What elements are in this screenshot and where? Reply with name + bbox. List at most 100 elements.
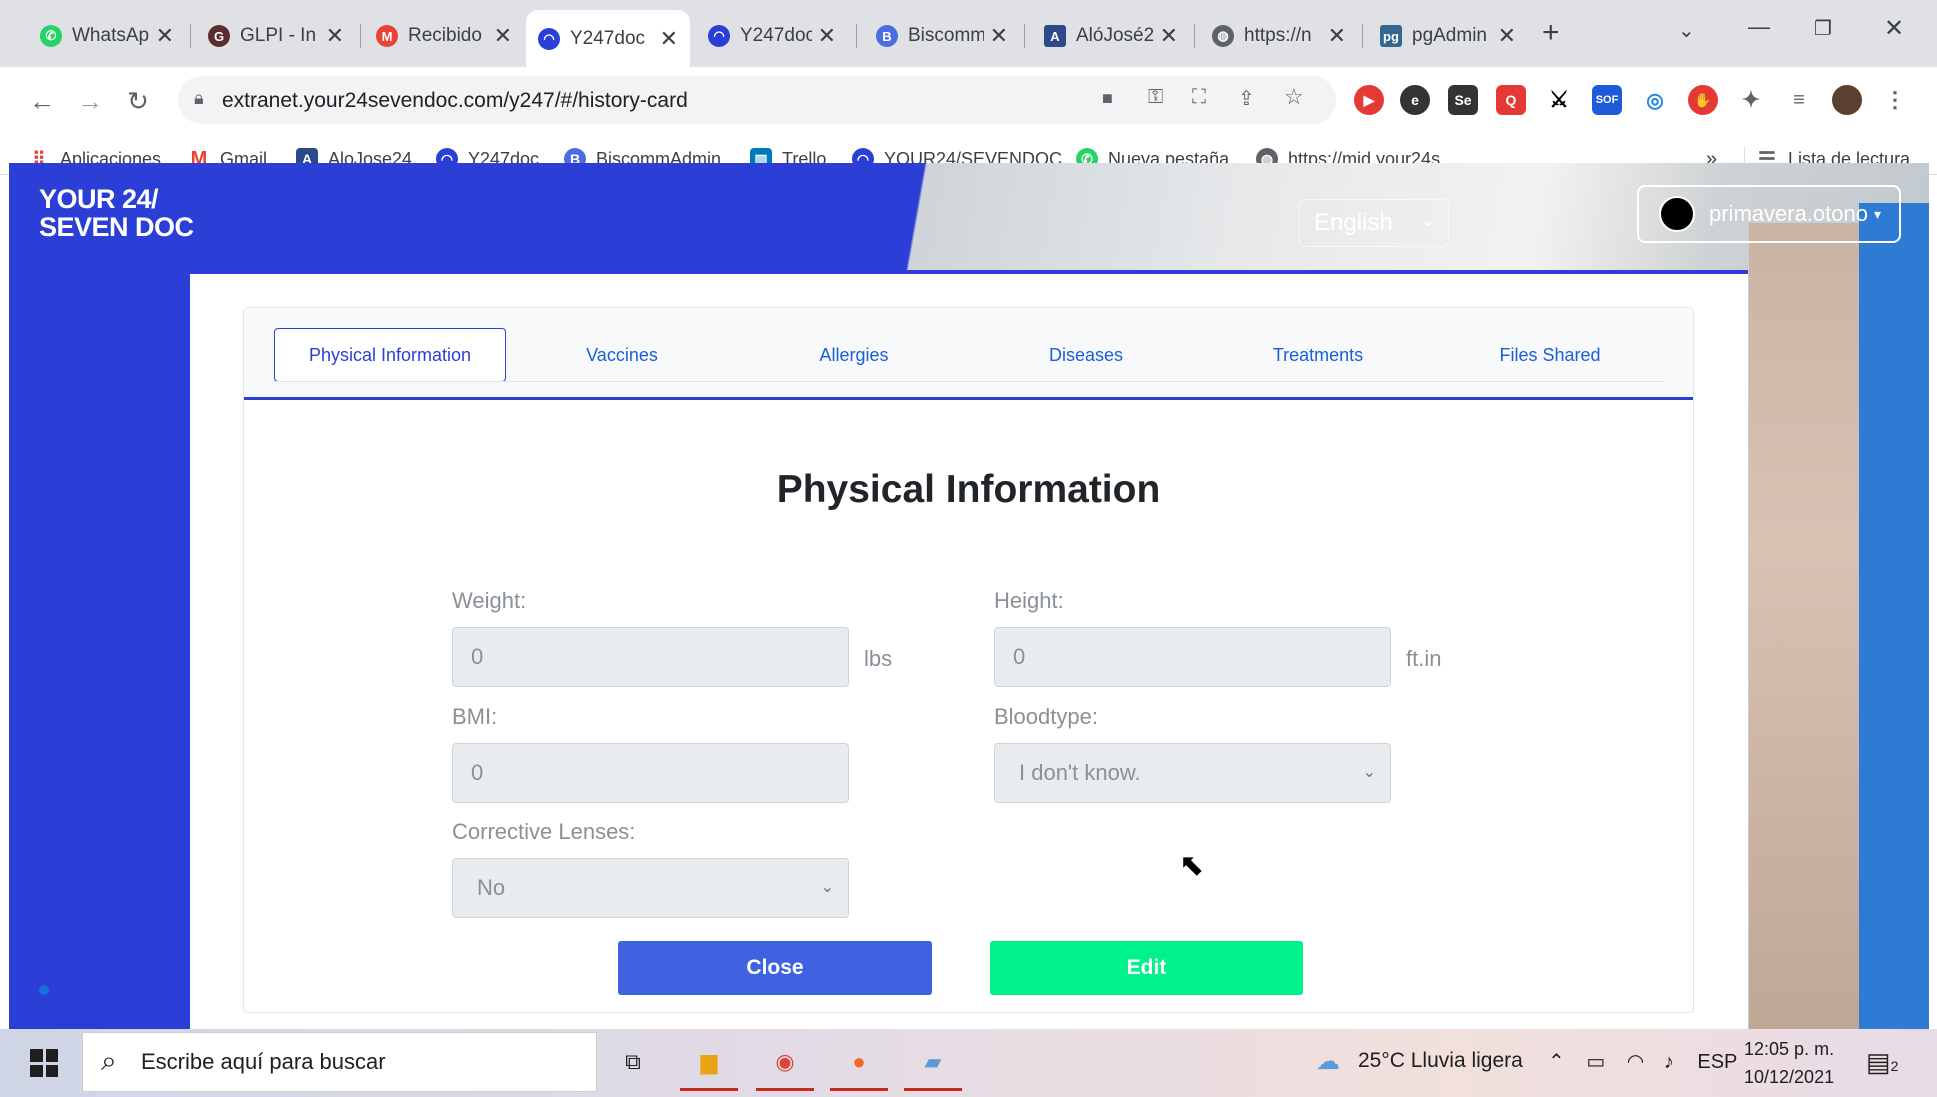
new-tab-button[interactable]: + <box>1542 16 1560 50</box>
extension-icon[interactable]: ◎ <box>1640 85 1670 115</box>
close-button[interactable]: Close <box>618 941 932 995</box>
your24sevendoc-logo[interactable]: YOUR 24/ SEVEN DOC <box>39 185 194 241</box>
adblock-icon[interactable]: ✋ <box>1688 85 1718 115</box>
browser-tab-strip: ✆ WhatsAp ✕ G GLPI - In ✕ M Recibido ✕ ◠… <box>0 0 1937 67</box>
minimize-icon[interactable]: — <box>1748 14 1770 40</box>
tab-treatments[interactable]: Treatments <box>1202 328 1434 382</box>
bmi-field[interactable]: 0 <box>452 743 849 803</box>
bmi-label: BMI: <box>452 704 498 729</box>
close-tab-icon[interactable]: ✕ <box>494 23 512 49</box>
volume-icon[interactable]: ♪ <box>1664 1051 1674 1073</box>
task-view-icon[interactable]: ⧉ <box>612 1043 654 1081</box>
close-tab-icon[interactable]: ✕ <box>326 23 344 49</box>
corrective-lenses-label: Corrective Lenses: <box>452 819 636 844</box>
windows-taskbar: ⌕ Escribe aquí para buscar ⧉ ▆ ◉ ● ▰ ☁ 2… <box>0 1029 1937 1097</box>
wifi-icon[interactable]: ◠ <box>1627 1051 1644 1073</box>
extension-icon[interactable]: ▶ <box>1354 85 1384 115</box>
camera-icon[interactable]: ■ <box>1102 88 1113 109</box>
browser-tab[interactable]: M Recibido ✕ <box>364 14 524 58</box>
browser-tab[interactable]: ◍ https://n ✕ <box>1200 14 1358 58</box>
browser-tab[interactable]: B Biscomm ✕ <box>864 14 1020 58</box>
height-field[interactable]: 0 <box>994 627 1391 687</box>
bloodtype-select[interactable]: I don't know. ⌄ <box>994 743 1391 803</box>
input-language[interactable]: ESP <box>1697 1051 1737 1073</box>
extension-icon[interactable]: e <box>1400 85 1430 115</box>
weight-field[interactable]: 0 <box>452 627 849 687</box>
close-tab-icon[interactable]: ✕ <box>156 23 174 49</box>
tab-diseases[interactable]: Diseases <box>970 328 1202 382</box>
app-icon[interactable]: ● <box>830 1043 888 1091</box>
tab-allergies[interactable]: Allergies <box>738 328 970 382</box>
forward-icon[interactable]: → <box>70 81 110 121</box>
close-window-icon[interactable]: ✕ <box>1884 14 1904 43</box>
sof-extension-icon[interactable]: SOF <box>1592 85 1622 115</box>
restore-icon[interactable]: ❐ <box>1814 16 1832 41</box>
close-tab-icon[interactable]: ✕ <box>1160 23 1178 49</box>
corrective-lenses-select[interactable]: No ⌄ <box>452 858 849 918</box>
selenium-icon[interactable]: Se <box>1448 85 1478 115</box>
chevron-down-icon: ⌄ <box>820 879 834 896</box>
caret-down-icon: ▾ <box>1873 205 1882 222</box>
language-select[interactable]: English ⌄ <box>1299 199 1449 247</box>
battery-icon[interactable]: ▭ <box>1586 1051 1605 1073</box>
close-tab-icon[interactable]: ✕ <box>660 26 678 52</box>
back-icon[interactable]: ← <box>22 81 62 121</box>
translate-icon[interactable]: ⛶ <box>1192 86 1206 109</box>
tab-search-icon[interactable]: ⌄ <box>1678 18 1695 43</box>
taskbar-search-input[interactable]: ⌕ Escribe aquí para buscar <box>82 1032 597 1092</box>
browser-tab-active[interactable]: ◠ Y247doc ✕ <box>526 10 690 67</box>
weather-widget[interactable]: 25°C Lluvia ligera <box>1358 1049 1523 1073</box>
reload-icon[interactable]: ↻ <box>118 81 158 121</box>
notifications-icon[interactable]: ▤2 <box>1866 1047 1898 1078</box>
notepad-icon[interactable]: ▰ <box>904 1043 962 1091</box>
weight-unit: lbs <box>864 646 893 671</box>
alojose-icon: A <box>1044 25 1066 47</box>
extension-icon[interactable]: ⚔ <box>1544 85 1574 115</box>
edit-button[interactable]: Edit <box>990 941 1303 995</box>
globe-icon: ◍ <box>1212 25 1234 47</box>
chrome-icon[interactable]: ◉ <box>756 1043 814 1091</box>
browser-tab[interactable]: A AlóJosé2 ✕ <box>1032 14 1190 58</box>
tab-physical-information[interactable]: Physical Information <box>274 328 506 382</box>
tab-separator <box>1362 24 1363 48</box>
user-menu-button[interactable]: primavera.otono ▾ <box>1637 185 1901 243</box>
history-card: Physical Information Vaccines Allergies … <box>243 307 1694 1013</box>
address-bar[interactable]: 🔒︎ extranet.your24sevendoc.com/y247/#/hi… <box>178 76 1336 124</box>
weather-icon: ☁ <box>1316 1048 1340 1075</box>
key-icon[interactable]: ⚿ <box>1148 86 1163 109</box>
browser-tab[interactable]: ✆ WhatsAp ✕ <box>28 14 186 58</box>
lock-icon: 🔒︎ <box>194 88 204 108</box>
pgadmin-icon: pg <box>1380 25 1402 47</box>
content-panel: Physical Information Vaccines Allergies … <box>190 270 1748 1029</box>
close-tab-icon[interactable]: ✕ <box>1498 23 1516 49</box>
browser-tab[interactable]: G GLPI - In ✕ <box>196 14 356 58</box>
media-icon[interactable]: ≡ <box>1784 85 1814 115</box>
windows-start-icon[interactable] <box>30 1049 58 1077</box>
bookmark-star-icon[interactable]: ☆ <box>1284 84 1304 110</box>
tab-separator <box>856 24 857 48</box>
extensions-puzzle-icon[interactable]: ✦ <box>1736 85 1766 115</box>
extension-icon[interactable]: Q <box>1496 85 1526 115</box>
mouse-cursor-icon: ⬉ <box>1179 849 1205 882</box>
file-explorer-icon[interactable]: ▆ <box>680 1043 738 1091</box>
weight-label: Weight: <box>452 588 527 613</box>
taskbar-clock[interactable]: 12:05 p. m. 10/12/2021 <box>1744 1035 1834 1091</box>
divider <box>274 381 1664 382</box>
tab-files-shared[interactable]: Files Shared <box>1434 328 1666 382</box>
chevron-up-icon[interactable]: ⌃ <box>1548 1051 1565 1073</box>
browser-tab[interactable]: ◠ Y247doc ✕ <box>696 14 848 58</box>
browser-tab[interactable]: pg pgAdmin ✕ <box>1368 14 1528 58</box>
tab-vaccines[interactable]: Vaccines <box>506 328 738 382</box>
tab-separator <box>1024 24 1025 48</box>
share-icon[interactable]: ⇪ <box>1238 86 1255 111</box>
chevron-down-icon: ⌄ <box>1362 764 1376 781</box>
profile-avatar[interactable] <box>1832 85 1862 115</box>
close-tab-icon[interactable]: ✕ <box>1328 23 1346 49</box>
close-tab-icon[interactable]: ✕ <box>990 23 1008 49</box>
menu-kebab-icon[interactable]: ⋮ <box>1880 85 1910 115</box>
height-label: Height: <box>994 588 1064 613</box>
history-tabs: Physical Information Vaccines Allergies … <box>244 308 1693 400</box>
close-tab-icon[interactable]: ✕ <box>818 23 836 49</box>
tab-separator <box>1194 24 1195 48</box>
url-text: extranet.your24sevendoc.com/y247/#/histo… <box>222 89 688 112</box>
